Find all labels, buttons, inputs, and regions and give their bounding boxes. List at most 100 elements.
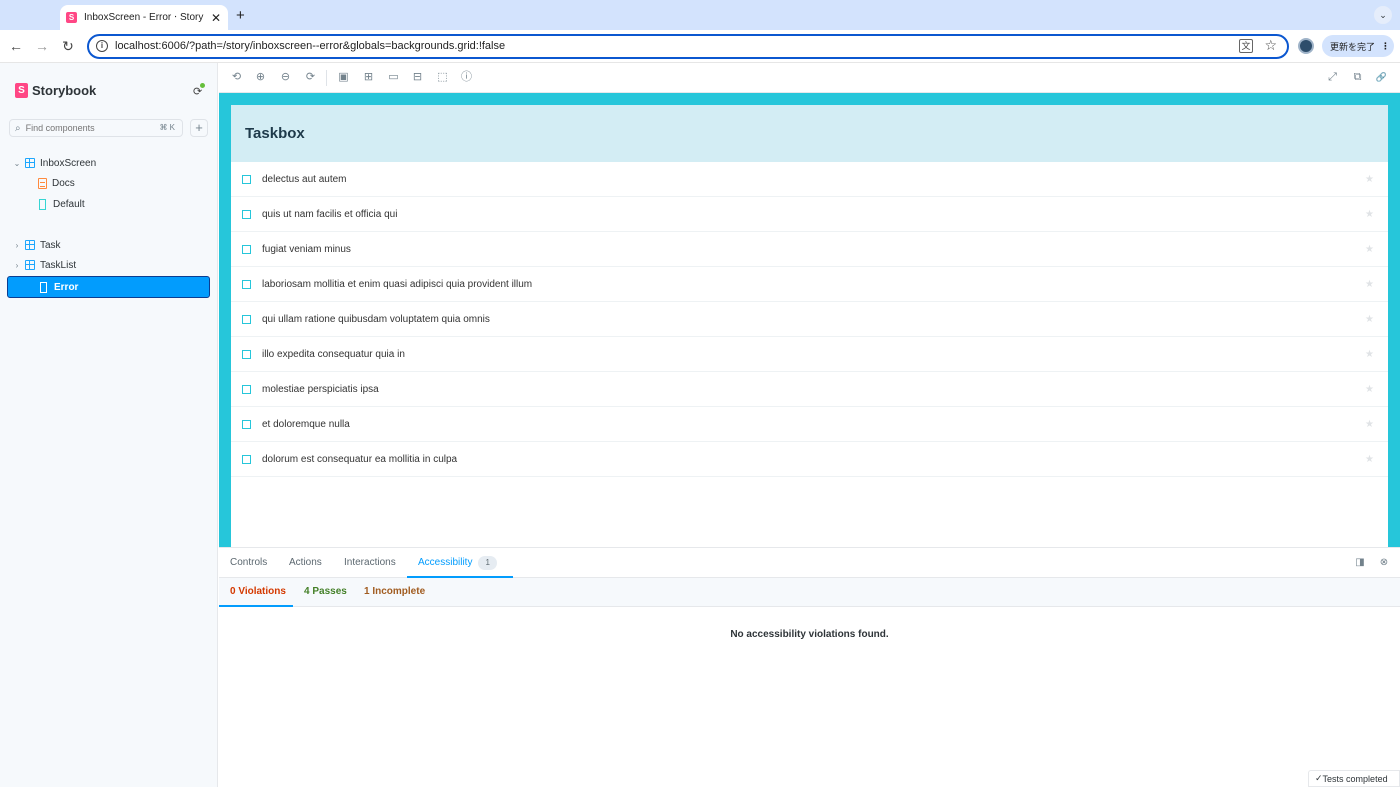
profile-avatar[interactable] [1298,38,1314,54]
task-title[interactable]: illo expedita consequatur quia in [262,349,405,360]
copy-link-icon[interactable]: 🔗 [1375,71,1388,84]
new-tab-button[interactable]: + [236,7,245,24]
task-item: fugiat veniam minus ★ [231,232,1388,267]
translate-icon[interactable]: 文 [1239,39,1253,53]
search-input[interactable] [25,123,146,133]
forward-button[interactable]: → [34,38,50,54]
component-icon [25,240,35,250]
storybook-favicon-icon: S [66,12,77,23]
task-checkbox[interactable] [242,314,251,324]
subtab-violations[interactable]: 0 Violations [219,578,293,607]
star-icon[interactable]: ★ [1365,244,1374,255]
browser-menu-icon[interactable]: ⋮ [1381,41,1390,52]
update-button[interactable]: 更新を完了 ⋮ [1322,35,1394,57]
site-info-icon[interactable]: i [96,40,108,52]
task-list: delectus aut autem ★ quis ut nam facilis e… [231,162,1388,477]
status-dot [200,83,205,88]
close-tab-icon[interactable]: ✕ [210,11,222,25]
browser-tab-bar: S InboxScreen - Error ⋅ Storybook ✕ + ⌄ [0,0,1400,30]
task-item: et doloremque nulla ★ [231,407,1388,442]
task-checkbox[interactable] [242,244,251,254]
brand-name: Storybook [32,83,97,98]
sidebar-item-docs[interactable]: Docs [38,173,75,193]
tab-interactions[interactable]: Interactions [344,548,396,578]
browser-tab[interactable]: S InboxScreen - Error ⋅ Storybook ✕ [60,5,228,30]
close-panel-icon[interactable]: ⊗ [1378,557,1390,569]
storybook-logo-icon: S [15,83,28,98]
star-icon[interactable]: ★ [1365,384,1374,395]
sidebar-item-tasklist[interactable]: › TaskList [12,255,76,275]
task-title[interactable]: qui ullam ratione quibusdam voluptatem q… [262,314,490,325]
remount-icon[interactable]: ⟲ [230,71,243,84]
viewport-icon[interactable]: ▭ [387,71,400,84]
task-title[interactable]: delectus aut autem [262,174,347,185]
sidebar-item-error[interactable]: Error [7,276,210,298]
star-icon[interactable]: ★ [1365,174,1374,185]
back-button[interactable]: ← [8,38,24,54]
tab-controls[interactable]: Controls [230,548,267,578]
task-checkbox[interactable] [242,384,251,394]
star-icon[interactable]: ★ [1365,349,1374,360]
accessibility-subtabs: 0 Violations 4 Passes 1 Incomplete [219,578,1400,607]
address-bar[interactable]: i localhost:6006/?path=/story/inboxscree… [87,34,1289,59]
task-checkbox[interactable] [242,279,251,289]
open-new-tab-icon[interactable]: ⧉ [1351,71,1364,84]
task-title[interactable]: dolorum est consequatur ea mollitia in c… [262,454,457,465]
star-icon[interactable]: ★ [1365,314,1374,325]
sidebar-item-inboxscreen[interactable]: ⌄ InboxScreen [12,153,97,173]
sidebar-item-label: Default [53,198,85,210]
task-checkbox[interactable] [242,419,251,429]
star-icon[interactable]: ★ [1365,419,1374,430]
url-text[interactable]: localhost:6006/?path=/story/inboxscreen-… [115,40,505,52]
bookmark-icon [39,198,46,210]
taskbox-header: Taskbox [231,105,1388,162]
star-icon[interactable]: ★ [1365,209,1374,220]
sidebar-item-default[interactable]: Default [38,194,85,214]
measure-icon[interactable]: ⊟ [411,71,424,84]
empty-state-message: No accessibility violations found. [730,629,889,640]
background-icon[interactable]: ▣ [337,71,350,84]
tab-actions[interactable]: Actions [289,548,322,578]
fullscreen-icon[interactable]: ⤢ [1326,71,1339,84]
task-title[interactable]: et doloremque nulla [262,419,350,430]
search-icon: ⌕ [15,122,21,134]
star-icon[interactable]: ★ [1365,279,1374,290]
sidebar-item-task[interactable]: › Task [12,235,61,255]
star-icon[interactable]: ★ [1365,454,1374,465]
storybook-brand[interactable]: S Storybook [15,83,96,98]
zoom-out-icon[interactable]: ⊖ [279,71,292,84]
create-story-button[interactable]: + [190,119,208,137]
sidebar-item-label: Task [40,239,61,251]
update-label: 更新を完了 [1330,41,1376,52]
outline-icon[interactable]: ⬚ [436,71,449,84]
zoom-in-icon[interactable]: ⊕ [254,71,267,84]
task-title[interactable]: quis ut nam facilis et officia qui [262,209,397,220]
task-title[interactable]: molestiae perspiciatis ipsa [262,384,379,395]
task-item: quis ut nam facilis et officia qui ★ [231,197,1388,232]
component-icon [25,260,35,270]
task-checkbox[interactable] [242,174,251,184]
task-checkbox[interactable] [242,454,251,464]
zoom-reset-icon[interactable]: ⟳ [304,71,317,84]
task-checkbox[interactable] [242,349,251,359]
tab-search-button[interactable]: ⌄ [1374,6,1392,24]
chevron-right-icon: › [15,240,19,250]
bookmark-star-icon[interactable]: ☆ [1264,37,1277,54]
dock-panel-icon[interactable]: ◨ [1354,557,1366,569]
reload-button[interactable]: ↻ [60,38,76,54]
subtab-incomplete[interactable]: 1 Incomplete [364,578,425,607]
bookmark-icon [40,281,47,293]
tab-accessibility[interactable]: Accessibility 1 [407,548,513,578]
sidebar-item-label: TaskList [40,259,77,271]
task-checkbox[interactable] [242,209,251,219]
search-box[interactable]: ⌕ ⌘ K [9,119,183,137]
task-title[interactable]: laboriosam mollitia et enim quasi adipis… [262,279,532,290]
task-title[interactable]: fugiat veniam minus [262,244,351,255]
sync-status-icon[interactable]: ⟳ [193,83,205,98]
grid-icon[interactable]: ⊞ [362,71,375,84]
tests-status-label: Tests completed [1322,773,1388,784]
storybook-sidebar: S Storybook ⟳ ⌕ ⌘ K + ⌄ InboxScreen Docs… [0,63,218,787]
subtab-passes[interactable]: 4 Passes [304,578,347,607]
tests-status: ✓ Tests completed [1308,770,1400,787]
accessibility-icon[interactable]: ⓘ [460,71,473,84]
